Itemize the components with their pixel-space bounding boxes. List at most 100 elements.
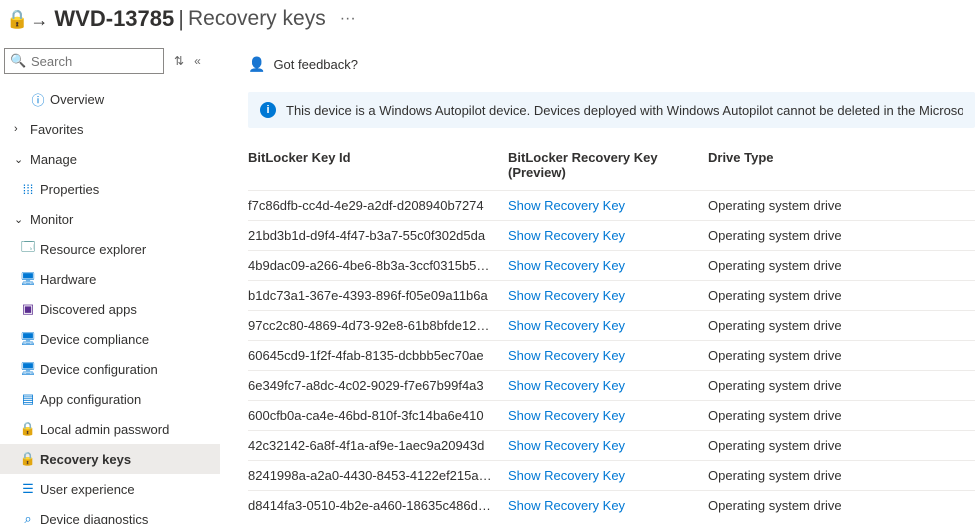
- col-header-key-id[interactable]: BitLocker Key Id: [248, 150, 508, 180]
- nav-label: Overview: [50, 92, 104, 107]
- nav-resource-explorer[interactable]: 🗔 Resource explorer: [0, 234, 220, 264]
- show-recovery-key-link[interactable]: Show Recovery Key: [508, 258, 625, 273]
- cell-drive-type: Operating system drive: [708, 228, 975, 243]
- nav-label: App configuration: [40, 392, 141, 407]
- search-input[interactable]: [4, 48, 164, 74]
- info-bar: i This device is a Windows Autopilot dev…: [248, 92, 975, 128]
- table-row: 97cc2c80-4869-4d73-92e8-61b8bfde12…Show …: [248, 310, 975, 340]
- show-recovery-key-link[interactable]: Show Recovery Key: [508, 228, 625, 243]
- cell-key-id: 42c32142-6a8f-4f1a-af9e-1aec9a20943d: [248, 438, 508, 453]
- cell-key-id: b1dc73a1-367e-4393-896f-f05e09a11b6a: [248, 288, 508, 303]
- cell-recovery-link: Show Recovery Key: [508, 498, 708, 513]
- title-separator: |: [174, 6, 188, 32]
- arrow-right-icon: →: [30, 10, 48, 31]
- sort-toggle[interactable]: ⇅: [174, 54, 184, 68]
- cell-drive-type: Operating system drive: [708, 498, 975, 513]
- show-recovery-key-link[interactable]: Show Recovery Key: [508, 198, 625, 213]
- cell-recovery-link: Show Recovery Key: [508, 198, 708, 213]
- nav-label: Discovered apps: [40, 302, 137, 317]
- table-row: 6e349fc7-a8dc-4c02-9029-f7e67b99f4a3Show…: [248, 370, 975, 400]
- nav-manage[interactable]: ⌄ Manage: [0, 144, 220, 174]
- app-config-icon: ▤: [18, 391, 38, 407]
- nav-label: Local admin password: [40, 422, 169, 437]
- nav-device-compliance[interactable]: 🖥 Device compliance: [0, 324, 220, 354]
- nav-label: Device compliance: [40, 332, 149, 347]
- cell-key-id: 97cc2c80-4869-4d73-92e8-61b8bfde12…: [248, 318, 508, 333]
- nav-local-admin-password[interactable]: 🔒 Local admin password: [0, 414, 220, 444]
- diagnostics-icon: ⌕: [18, 511, 38, 524]
- device-title: WVD-13785: [54, 6, 174, 32]
- show-recovery-key-link[interactable]: Show Recovery Key: [508, 438, 625, 453]
- config-icon: 🖥: [18, 361, 38, 377]
- cell-drive-type: Operating system drive: [708, 198, 975, 213]
- nav-hardware[interactable]: 🖥 Hardware: [0, 264, 220, 294]
- table-row: 8241998a-a2a0-4430-8453-4122ef215a…Show …: [248, 460, 975, 490]
- compliance-icon: 🖥: [18, 331, 38, 347]
- show-recovery-key-link[interactable]: Show Recovery Key: [508, 378, 625, 393]
- lock-icon: 🔒: [6, 9, 28, 30]
- feedback-icon: 👤: [248, 56, 265, 73]
- search-icon: 🔍: [10, 53, 26, 69]
- cell-key-id: 6e349fc7-a8dc-4c02-9029-f7e67b99f4a3: [248, 378, 508, 393]
- chevron-down-icon: ⌄: [14, 153, 28, 166]
- cell-drive-type: Operating system drive: [708, 258, 975, 273]
- show-recovery-key-link[interactable]: Show Recovery Key: [508, 288, 625, 303]
- nav: ⓘ Overview › Favorites ⌄ Manage ⁞⁞⁞ Prop…: [0, 84, 220, 524]
- cell-drive-type: Operating system drive: [708, 378, 975, 393]
- nav-favorites[interactable]: › Favorites: [0, 114, 220, 144]
- nav-device-diagnostics[interactable]: ⌕ Device diagnostics: [0, 504, 220, 524]
- table-row: 4b9dac09-a266-4be6-8b3a-3ccf0315b5…Show …: [248, 250, 975, 280]
- search-container: 🔍: [4, 48, 164, 74]
- show-recovery-key-link[interactable]: Show Recovery Key: [508, 498, 625, 513]
- show-recovery-key-link[interactable]: Show Recovery Key: [508, 348, 625, 363]
- feedback-label: Got feedback?: [273, 57, 358, 72]
- cell-drive-type: Operating system drive: [708, 348, 975, 363]
- nav-monitor[interactable]: ⌄ Monitor: [0, 204, 220, 234]
- cell-recovery-link: Show Recovery Key: [508, 318, 708, 333]
- sidebar: 🔍 ⇅ « ⓘ Overview › Favorites ⌄ Manage: [0, 44, 220, 524]
- col-header-drive-type[interactable]: Drive Type: [708, 150, 975, 180]
- cell-recovery-link: Show Recovery Key: [508, 288, 708, 303]
- cell-key-id: 8241998a-a2a0-4430-8453-4122ef215a…: [248, 468, 508, 483]
- nav-app-configuration[interactable]: ▤ App configuration: [0, 384, 220, 414]
- properties-icon: ⁞⁞⁞: [18, 182, 38, 197]
- cell-recovery-link: Show Recovery Key: [508, 408, 708, 423]
- nav-properties[interactable]: ⁞⁞⁞ Properties: [0, 174, 220, 204]
- page-header: 🔒 → WVD-13785 | Recovery keys ···: [0, 0, 975, 44]
- lock-icon: 🔒: [18, 421, 38, 437]
- table-row: b1dc73a1-367e-4393-896f-f05e09a11b6aShow…: [248, 280, 975, 310]
- nav-recovery-keys[interactable]: 🔒 Recovery keys: [0, 444, 220, 474]
- cell-key-id: 21bd3b1d-d9f4-4f47-b3a7-55c0f302d5da: [248, 228, 508, 243]
- cell-recovery-link: Show Recovery Key: [508, 438, 708, 453]
- nav-label: Recovery keys: [40, 452, 131, 467]
- window-icon: 🗔: [18, 238, 38, 260]
- cell-key-id: 60645cd9-1f2f-4fab-8135-dcbbb5ec70ae: [248, 348, 508, 363]
- info-text: This device is a Windows Autopilot devic…: [286, 103, 963, 118]
- show-recovery-key-link[interactable]: Show Recovery Key: [508, 318, 625, 333]
- nav-discovered-apps[interactable]: ▣ Discovered apps: [0, 294, 220, 324]
- monitor-icon: 🖥: [18, 271, 38, 287]
- chevron-right-icon: ›: [14, 123, 28, 135]
- apps-icon: ▣: [18, 301, 38, 317]
- nav-label: Manage: [30, 152, 77, 167]
- table-row: f7c86dfb-cc4d-4e29-a2df-d208940b7274Show…: [248, 190, 975, 220]
- nav-label: Device diagnostics: [40, 512, 148, 524]
- nav-user-experience[interactable]: ☰ User experience: [0, 474, 220, 504]
- show-recovery-key-link[interactable]: Show Recovery Key: [508, 408, 625, 423]
- info-icon: ⓘ: [28, 90, 48, 109]
- nav-label: Device configuration: [40, 362, 158, 377]
- cell-key-id: f7c86dfb-cc4d-4e29-a2df-d208940b7274: [248, 198, 508, 213]
- feedback-button[interactable]: 👤 Got feedback?: [248, 46, 975, 82]
- table-row: 42c32142-6a8f-4f1a-af9e-1aec9a20943dShow…: [248, 430, 975, 460]
- show-recovery-key-link[interactable]: Show Recovery Key: [508, 468, 625, 483]
- cell-key-id: 4b9dac09-a266-4be6-8b3a-3ccf0315b5…: [248, 258, 508, 273]
- table-header: BitLocker Key Id BitLocker Recovery Key …: [248, 144, 975, 190]
- col-header-recovery[interactable]: BitLocker Recovery Key (Preview): [508, 150, 708, 180]
- nav-overview[interactable]: ⓘ Overview: [0, 84, 220, 114]
- cell-drive-type: Operating system drive: [708, 468, 975, 483]
- nav-device-configuration[interactable]: 🖥 Device configuration: [0, 354, 220, 384]
- recovery-keys-table: BitLocker Key Id BitLocker Recovery Key …: [248, 144, 975, 524]
- more-options-button[interactable]: ···: [340, 10, 356, 28]
- collapse-sidebar-button[interactable]: «: [194, 54, 201, 68]
- nav-label: Favorites: [30, 122, 83, 137]
